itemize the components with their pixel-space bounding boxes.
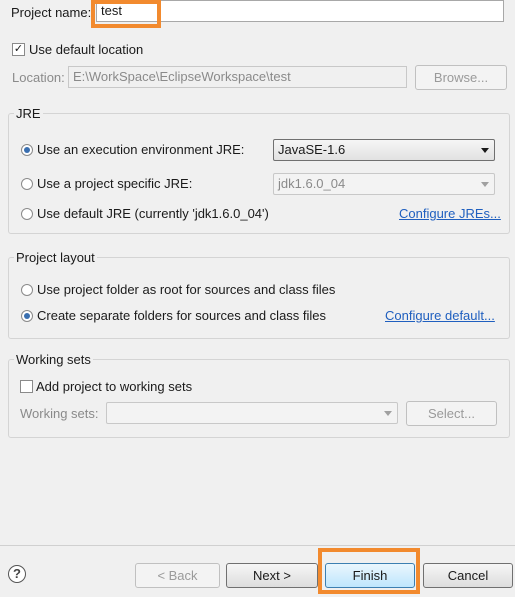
add-to-working-sets-checkbox[interactable]: [20, 380, 33, 393]
chevron-down-icon: [384, 411, 392, 416]
default-jre-radio[interactable]: [21, 208, 33, 220]
cancel-button[interactable]: Cancel: [423, 563, 513, 588]
project-specific-jre-label: Use a project specific JRE:: [37, 176, 193, 191]
chevron-down-icon: [481, 148, 489, 153]
project-jre-select: jdk1.6.0_04: [273, 173, 495, 195]
add-to-working-sets-label: Add project to working sets: [36, 379, 193, 394]
location-label: Location:: [12, 70, 65, 85]
execution-env-value: JavaSE-1.6: [278, 142, 346, 157]
finish-button-highlight: [318, 548, 420, 594]
default-jre-label: Use default JRE (currently 'jdk1.6.0_04'…: [37, 206, 269, 221]
use-default-location-checkbox[interactable]: ✓: [12, 43, 25, 56]
working-sets-group: [8, 359, 510, 438]
working-sets-select: [106, 402, 398, 424]
browse-button: Browse...: [415, 65, 507, 90]
project-specific-jre-radio[interactable]: [21, 178, 33, 190]
back-button: < Back: [135, 563, 220, 588]
execution-env-label: Use an execution environment JRE:: [37, 142, 245, 157]
select-working-sets-button: Select...: [406, 401, 497, 426]
project-layout-title: Project layout: [14, 250, 97, 266]
project-name-label: Project name:: [11, 5, 92, 20]
working-sets-title: Working sets: [14, 352, 93, 368]
next-button[interactable]: Next >: [226, 563, 318, 588]
working-sets-label: Working sets:: [20, 406, 99, 421]
separate-folders-radio[interactable]: [21, 310, 33, 322]
project-layout-group: [8, 257, 510, 339]
execution-env-select[interactable]: JavaSE-1.6: [273, 139, 495, 161]
configure-default-link[interactable]: Configure default...: [385, 308, 495, 324]
project-root-radio[interactable]: [21, 284, 33, 296]
location-field: E:\WorkSpace\EclipseWorkspace\test: [68, 66, 407, 88]
help-icon[interactable]: ?: [8, 565, 26, 583]
chevron-down-icon: [481, 182, 489, 187]
separate-folders-label: Create separate folders for sources and …: [37, 308, 327, 323]
configure-jres-link[interactable]: Configure JREs...: [399, 206, 501, 222]
use-default-location-label: Use default location: [29, 42, 144, 57]
project-name-highlight: [91, 0, 161, 28]
project-root-label: Use project folder as root for sources a…: [37, 282, 336, 297]
new-java-project-dialog: Project name: test ✓ Use default locatio…: [0, 0, 515, 597]
jre-group-title: JRE: [14, 106, 43, 122]
project-jre-value: jdk1.6.0_04: [278, 176, 346, 191]
execution-env-radio[interactable]: [21, 144, 33, 156]
footer-separator: [0, 545, 515, 546]
